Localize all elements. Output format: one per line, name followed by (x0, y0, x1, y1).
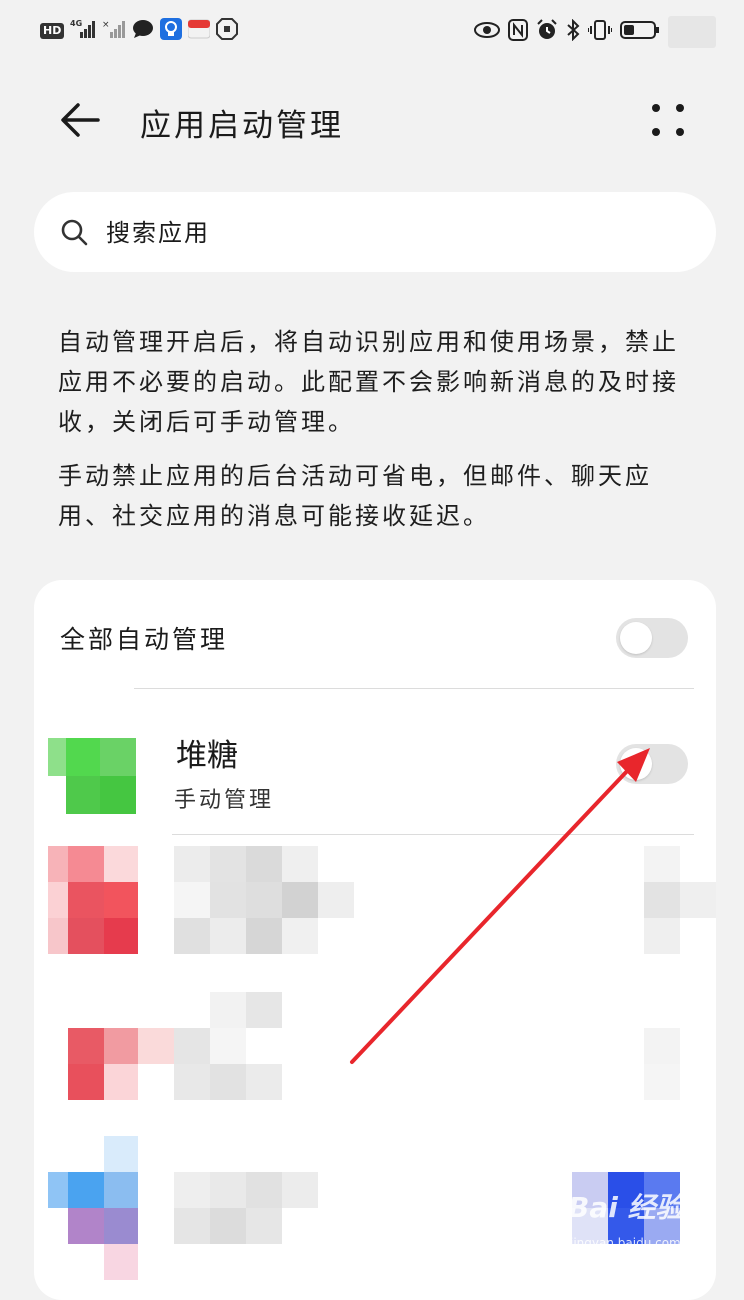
signal-no-sim-icon: × (102, 19, 126, 43)
vibrate-icon (587, 20, 613, 44)
description-manual-manage: 手动禁止应用的后台活动可省电，但邮件、聊天应用、社交应用的消息可能接收延迟。 (58, 462, 652, 530)
lightbulb-app-icon (160, 18, 183, 44)
search-bar[interactable] (34, 192, 716, 272)
blurred-status-region (668, 16, 716, 48)
page-title: 应用启动管理 (140, 108, 344, 144)
back-arrow-icon (61, 103, 100, 137)
battery-icon (620, 20, 660, 44)
eye-icon (474, 21, 500, 43)
toggle-knob (620, 748, 652, 780)
app-row-duitang[interactable]: 堆糖 手动管理 (34, 688, 716, 836)
back-button[interactable] (56, 96, 104, 144)
all-auto-manage-toggle[interactable] (616, 618, 688, 658)
watermark-url: jingyan.baidu.com (570, 1236, 681, 1250)
status-bar-right (474, 16, 716, 48)
signal-icon: 4G (70, 19, 96, 43)
shield-app-icon (216, 18, 239, 44)
status-bar-left: HD 4G × (40, 18, 239, 44)
toggle-knob (620, 622, 652, 654)
search-input[interactable] (104, 212, 688, 254)
app-manage-status: 手动管理 (174, 788, 275, 813)
baidu-jingyan-watermark: Bai 经验 jingyan.baidu.com (568, 1186, 718, 1260)
red-app-icon (187, 18, 211, 44)
chat-bubble-icon (132, 19, 154, 43)
watermark-brand: Bai 经验 (568, 1191, 684, 1224)
all-auto-manage-row[interactable]: 全部自动管理 (34, 580, 716, 688)
bluetooth-icon (566, 18, 580, 45)
svg-text:×: × (102, 20, 110, 30)
app-bar: 应用启动管理 (0, 80, 744, 160)
duitang-app-icon (48, 738, 136, 814)
nfc-icon (508, 19, 528, 45)
search-icon (61, 219, 88, 246)
description-auto-manage: 自动管理开启后，将自动识别应用和使用场景，禁止应用不必要的启动。此配置不会影响新… (58, 328, 679, 436)
hd-icon: HD (40, 23, 65, 39)
app-name: 堆糖 (176, 738, 238, 774)
all-auto-manage-label: 全部自动管理 (60, 625, 229, 654)
alarm-icon (536, 19, 558, 45)
network-type-label: 4G (70, 19, 82, 28)
duitang-launch-toggle[interactable] (616, 744, 688, 784)
more-dots-icon (652, 104, 684, 136)
status-bar: HD 4G × (0, 0, 744, 64)
more-options-button[interactable] (642, 96, 694, 148)
